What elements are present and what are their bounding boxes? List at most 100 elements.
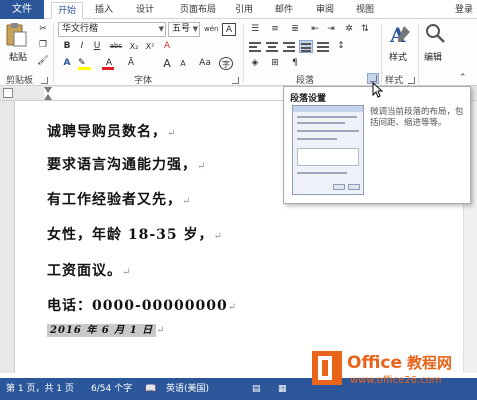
char-border-button[interactable]: A [222, 23, 236, 36]
paste-icon [6, 23, 27, 47]
document-line[interactable]: 女性，年龄 18-35 岁，↵ [47, 224, 223, 244]
multilevel-list-icon[interactable]: ≣ [288, 23, 302, 36]
underline-button[interactable]: U [90, 40, 104, 53]
document-line[interactable]: 诚聘导购员数名，↵ [47, 121, 176, 141]
tab-references[interactable]: 引用 [230, 2, 258, 19]
paste-button[interactable] [4, 22, 32, 52]
vertical-ruler[interactable] [0, 101, 15, 373]
font-color-button[interactable]: A [100, 57, 118, 70]
paragraph-controls: ☰ ≡ ≣ ⇤ ⇥ ✲ ⇅ ↕ ◈ ⊞ ¶ [248, 23, 378, 71]
logo-url: www.office26.com [350, 375, 442, 386]
font-color-swatch [102, 67, 114, 70]
document-line[interactable]: 要求语言沟通能力强，↵ [47, 154, 206, 174]
phonetic-guide-button[interactable]: wén [204, 23, 218, 36]
proofing-icon[interactable]: 📖 [145, 378, 156, 400]
font-size-value: 五号 [172, 24, 191, 34]
highlight-button[interactable]: ✎ [78, 57, 96, 70]
chevron-down-icon: ▼ [192, 25, 198, 33]
superscript-button[interactable]: X² [143, 40, 157, 53]
logo-brand-office: Office [347, 353, 402, 373]
font-launcher-icon[interactable] [232, 77, 239, 84]
subscript-button[interactable]: X₂ [127, 40, 141, 53]
char-shading-icon[interactable]: Ā [124, 57, 138, 70]
line-spacing-icon[interactable]: ↕ [334, 40, 348, 53]
clear-format-button[interactable]: A [160, 40, 174, 53]
font-name-select[interactable]: 华文行楷 ▼ [58, 22, 166, 37]
borders-icon[interactable]: ⊞ [268, 57, 282, 70]
tab-file[interactable]: 文件 [0, 0, 44, 19]
font-group-label: 字体 [134, 76, 153, 86]
tab-home[interactable]: 开始 [51, 2, 83, 19]
document-line[interactable]: 工资面议。↵ [47, 260, 131, 280]
group-separator [418, 23, 419, 83]
page-count[interactable]: 第 1 页，共 1 页 [6, 378, 74, 400]
paragraph-group-label: 段落 [296, 76, 315, 86]
group-separator [381, 23, 382, 83]
clipboard-launcher-icon[interactable] [41, 77, 48, 84]
cut-icon[interactable]: ✂ [36, 23, 50, 36]
tab-selector-icon[interactable] [3, 88, 13, 98]
clipboard-group-label: 剪贴板 [6, 76, 34, 86]
shrink-font-button[interactable]: A [176, 57, 190, 70]
grow-font-button[interactable]: A [160, 57, 174, 70]
chinese-layout-icon[interactable]: ✲ [342, 23, 356, 36]
document-line[interactable]: 电话：0000-00000000↵ [47, 295, 237, 315]
collapse-ribbon-icon[interactable]: ⌃ [459, 73, 467, 83]
styles-launcher-icon[interactable] [408, 77, 415, 84]
align-right-icon[interactable] [282, 40, 296, 53]
numbering-icon[interactable]: ≡ [268, 23, 282, 36]
tooltip-description: 微调当前段落的布局，包括间距、缩进等等。 [370, 107, 464, 128]
print-layout-icon[interactable]: ▦ [278, 378, 287, 400]
italic-button[interactable]: I [75, 40, 89, 53]
shading-icon[interactable]: ◈ [248, 57, 262, 70]
styles-group-label: 样式 [385, 76, 404, 86]
dialog-preview-thumbnail [292, 105, 364, 195]
copy-icon[interactable]: ❐ [36, 39, 50, 52]
login-link[interactable]: 登录 [455, 2, 473, 15]
text-effects-icon[interactable]: A [60, 57, 74, 70]
change-case-button[interactable]: Aa [196, 57, 214, 70]
decrease-indent-icon[interactable]: ⇤ [308, 23, 322, 36]
editing-button[interactable] [424, 22, 448, 46]
tab-design[interactable]: 设计 [131, 2, 159, 19]
group-separator [243, 23, 244, 83]
ribbon: 粘贴 ✂ ❐ 🖌 剪贴板 华文行楷 ▼ 五号 ▼ wén A B I U abc… [0, 19, 477, 86]
editing-label: 编辑 [424, 53, 443, 63]
tab-insert[interactable]: 插入 [90, 2, 118, 19]
font-name-value: 华文行楷 [62, 24, 99, 34]
tab-view[interactable]: 视图 [351, 2, 379, 19]
show-marks-icon[interactable]: ¶ [288, 57, 302, 70]
ribbon-tabs: 文件 开始 插入 设计 页面布局 引用 邮件 审阅 视图 登录 [0, 0, 477, 19]
paste-label: 粘贴 [9, 53, 28, 63]
word-count[interactable]: 6/54 个字 [91, 378, 132, 400]
launcher-icon [370, 75, 377, 82]
bullets-icon[interactable]: ☰ [248, 23, 262, 36]
logo-brand-cn: 教程网 [406, 354, 452, 372]
read-mode-icon[interactable]: ▤ [252, 378, 261, 400]
font-size-select[interactable]: 五号 ▼ [168, 22, 200, 37]
justify-icon[interactable] [299, 40, 313, 53]
enclose-char-icon[interactable]: 字 [219, 57, 233, 70]
paragraph-settings-tooltip: 段落设置 微调当前段落的布局，包括间距、缩进等等。 [283, 86, 471, 204]
tab-mailings[interactable]: 邮件 [270, 2, 298, 19]
styles-button[interactable]: A [387, 22, 415, 52]
sort-icon[interactable]: ⇅ [358, 23, 372, 36]
mouse-cursor-icon [372, 82, 384, 98]
chevron-down-icon: ▼ [158, 25, 164, 33]
format-painter-icon[interactable]: 🖌 [36, 55, 50, 68]
styles-icon: A [389, 23, 410, 47]
language-indicator[interactable]: 英语(美国) [166, 378, 209, 400]
tab-page-layout[interactable]: 页面布局 [172, 2, 224, 19]
increase-indent-icon[interactable]: ⇥ [324, 23, 338, 36]
tab-review[interactable]: 审阅 [311, 2, 339, 19]
align-center-icon[interactable] [265, 40, 279, 53]
office-logo-icon: Office 教程网 www.office26.com [312, 351, 452, 386]
bold-button[interactable]: B [60, 40, 74, 53]
distributed-icon[interactable] [316, 40, 330, 53]
selected-date-line[interactable]: 2016 年 6 月 1 日 ↵ [47, 321, 166, 337]
find-icon [426, 24, 445, 43]
document-line[interactable]: 有工作经验者又先，↵ [47, 189, 191, 209]
strikethrough-button[interactable]: abc [107, 40, 125, 53]
tooltip-title: 段落设置 [290, 94, 327, 104]
align-left-icon[interactable] [248, 40, 262, 53]
